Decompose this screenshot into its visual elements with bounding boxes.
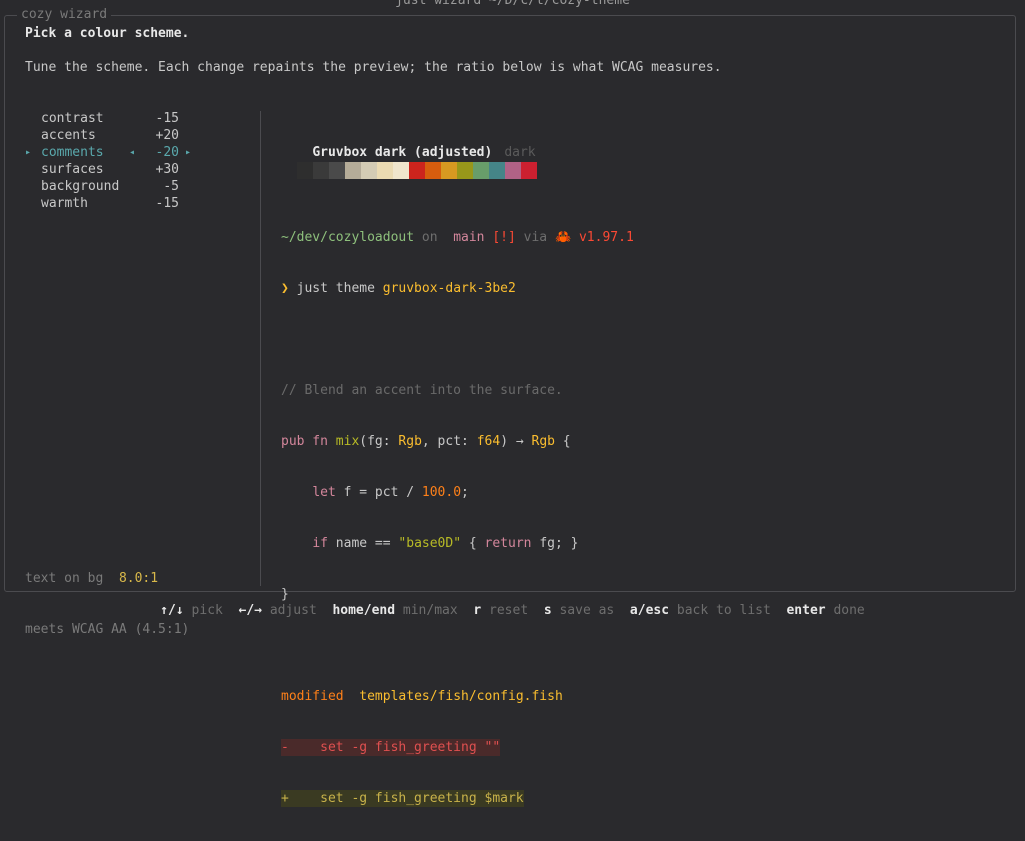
palette-swatch [489,162,505,179]
decrease-arrow-icon[interactable]: ◂ [129,144,135,161]
adjustment-name: surfaces [41,162,104,177]
code-line: let f = pct / 100.0; [312,485,469,500]
palette-swatch [361,162,377,179]
command-line: ❯ just theme gruvbox-dark-3be2 [281,281,516,296]
code-line: if name == "base0D" { return fg; } [312,536,579,551]
palette-swatch [457,162,473,179]
adjustment-value: -15 [155,196,179,211]
adjustment-row-surfaces[interactable]: surfaces +30 [25,161,205,178]
hint-key[interactable]: ←/→ [239,603,262,618]
adjustment-value: -15 [155,111,179,126]
palette-swatch [441,162,457,179]
adjustment-row-comments[interactable]: ▸ comments ◂ -20 ▸ [25,144,205,161]
adjustment-name: contrast [41,111,104,126]
palette-swatch [393,162,409,179]
adjustment-name: comments [41,145,104,160]
adjustment-list: contrast -15 accents +20 ▸ comments ◂ -2… [25,110,205,212]
adjustment-value: -20 [155,145,179,160]
adjustment-row-contrast[interactable]: contrast -15 [25,110,205,127]
palette-swatch [297,162,313,179]
code-line: } [281,587,289,602]
palette-swatch [521,162,537,179]
hint-key[interactable]: home/end [332,603,395,618]
palette-swatch [313,162,329,179]
hint-key[interactable]: ↑/↓ [160,603,183,618]
palette-swatch [409,162,425,179]
adjustment-name: accents [41,128,96,143]
palette-swatch [505,162,521,179]
palette-swatch [425,162,441,179]
adjustment-value: +30 [155,162,179,177]
description: Tune the scheme. Each change repaints th… [25,60,722,75]
panel-divider [260,111,261,586]
diff-deleted-line: - set -g fish_greeting "" [281,739,501,756]
adjustment-name: background [41,179,120,194]
hint-key[interactable]: r [473,603,481,618]
code-line: pub fn mix(fg: Rgb, pct: f64) → Rgb { [281,434,571,449]
palette-swatch [345,162,361,179]
selection-marker-icon: ▸ [25,147,32,158]
palette-swatches [297,162,537,179]
terminal-title: just wizard ~/D/c/t/cozy-theme [395,0,630,8]
frame-label: cozy wizard [17,7,112,22]
scheme-title: Gruvbox dark (adjusted) [312,145,493,160]
keybinding-bar: ↑/↓ pick ←/→ adjust home/end min/max r r… [160,603,865,618]
adjustment-value: +20 [155,128,179,143]
palette-swatch [329,162,345,179]
hint-key[interactable]: enter [786,603,825,618]
diff-header: modified templates/fish/config.fish [281,689,563,704]
increase-arrow-icon[interactable]: ▸ [185,144,191,161]
adjustment-row-background[interactable]: background -5 [25,178,205,195]
prompt-line: ~/dev/cozyloadout on main [!] via 🦀 v1.9… [281,230,634,245]
adjustment-row-warmth[interactable]: warmth -15 [25,195,205,212]
rust-icon: 🦀 [554,230,572,245]
preview-code: ~/dev/cozyloadout on main [!] via 🦀 v1.9… [281,195,634,841]
adjustment-value: -5 [163,179,179,194]
code-comment: // Blend an accent into the surface. [281,383,563,398]
hint-key[interactable]: s [544,603,552,618]
hint-key[interactable]: a/esc [630,603,669,618]
ratio-verdict: meets WCAG AA (4.5:1) [25,622,190,637]
page-title: Pick a colour scheme. [25,26,190,41]
ratio-value: 8.0:1 [118,571,159,586]
adjustment-row-accents[interactable]: accents +20 [25,127,205,144]
wizard-frame: cozy wizard Pick a colour scheme. Tune t… [4,7,1016,807]
scheme-variant: dark [504,145,536,160]
ratio-label: text on bg [25,571,104,586]
palette-swatch [473,162,489,179]
palette-swatch [377,162,393,179]
diff-added-line: + set -g fish_greeting $mark [281,790,524,807]
adjustment-name: warmth [41,196,88,211]
